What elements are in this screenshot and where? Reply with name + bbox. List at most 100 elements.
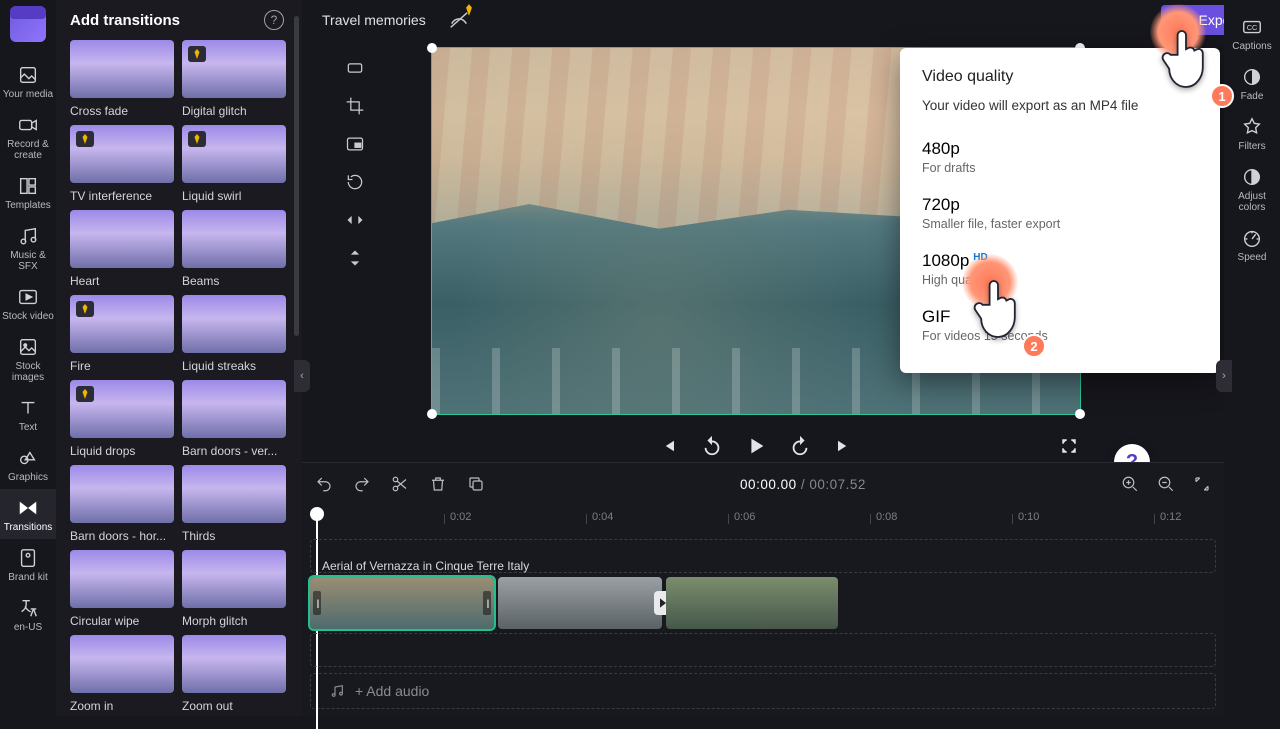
- transition-card[interactable]: Barn doors - ver...: [182, 380, 286, 459]
- play-button[interactable]: [745, 435, 767, 457]
- scrollbar[interactable]: [294, 16, 299, 336]
- prop-filters[interactable]: Filters: [1224, 108, 1280, 158]
- transition-card[interactable]: TV interference: [70, 125, 174, 204]
- zoom-in-button[interactable]: [1120, 474, 1140, 494]
- flip-v-tool[interactable]: [343, 246, 367, 270]
- crop-tool[interactable]: [343, 94, 367, 118]
- delete-button[interactable]: [428, 474, 448, 494]
- nav-graphics[interactable]: Graphics: [0, 439, 56, 489]
- captions-icon: CC: [1241, 16, 1263, 38]
- prop-speed[interactable]: Speed: [1224, 219, 1280, 269]
- transition-card[interactable]: Beams: [182, 210, 286, 289]
- add-audio-button[interactable]: + Add audio: [310, 673, 1216, 709]
- canvas-area: Video quality Your video will export as …: [380, 40, 1220, 460]
- transition-label: Morph glitch: [182, 614, 286, 628]
- export-option-1080p[interactable]: 1080pHDHigh quality: [922, 243, 1198, 299]
- transition-card[interactable]: Fire: [70, 295, 174, 374]
- resize-handle-br[interactable]: [1075, 409, 1085, 419]
- nav-music[interactable]: Music & SFX: [0, 217, 56, 278]
- nav-stockvid[interactable]: Stock video: [0, 278, 56, 328]
- nav-brandkit[interactable]: Brand kit: [0, 539, 56, 589]
- canvas-mini-toolbar: [340, 56, 370, 270]
- clip-label: Aerial of Vernazza in Cinque Terre Italy: [322, 559, 529, 573]
- project-title[interactable]: Travel memories: [322, 12, 426, 28]
- transition-card[interactable]: Digital glitch: [182, 40, 286, 119]
- prop-captions[interactable]: CCCaptions: [1224, 8, 1280, 58]
- timeline-ruler[interactable]: 0:020:040:060:080:100:12: [310, 505, 1224, 535]
- transition-label: Fire: [70, 359, 174, 373]
- forward-button[interactable]: [789, 435, 811, 457]
- panel-title: Add transitions: [70, 12, 180, 29]
- zoom-out-button[interactable]: [1156, 474, 1176, 494]
- transition-card[interactable]: Liquid swirl: [182, 125, 286, 204]
- nav-text[interactable]: Text: [0, 389, 56, 439]
- prop-fade[interactable]: Fade: [1224, 58, 1280, 108]
- fullscreen-button[interactable]: [1058, 435, 1080, 457]
- export-option-480p[interactable]: 480pFor drafts: [922, 131, 1198, 187]
- nav-transitions[interactable]: Transitions: [0, 489, 56, 539]
- transition-thumb: [182, 40, 286, 98]
- app-logo[interactable]: [10, 6, 46, 42]
- rewind-button[interactable]: [701, 435, 723, 457]
- collapse-right-panel-button[interactable]: ›: [1216, 360, 1232, 392]
- clip-handle-left[interactable]: ||: [313, 591, 321, 615]
- svg-text:CC: CC: [1247, 23, 1258, 32]
- split-button[interactable]: [390, 474, 410, 494]
- redo-button[interactable]: [352, 474, 372, 494]
- prop-adjust[interactable]: Adjust colors: [1224, 158, 1280, 219]
- transition-card[interactable]: Thirds: [182, 465, 286, 544]
- right-properties-rail: CCCaptionsFadeFiltersAdjust colorsSpeed: [1224, 0, 1280, 716]
- collapse-left-panel-button[interactable]: ‹: [294, 360, 310, 392]
- aspect-ratio-tool[interactable]: [343, 56, 367, 80]
- nav-stockimg[interactable]: Stock images: [0, 328, 56, 389]
- nav-lang[interactable]: en-US: [0, 589, 56, 639]
- video-clip-3[interactable]: [666, 577, 838, 629]
- pip-tool[interactable]: [343, 132, 367, 156]
- skip-start-button[interactable]: [657, 435, 679, 457]
- flip-h-tool[interactable]: [343, 208, 367, 232]
- transition-thumb: [70, 550, 174, 608]
- nav-label: en-US: [14, 622, 42, 633]
- resize-handle-tl[interactable]: [427, 43, 437, 53]
- transition-label: Liquid drops: [70, 444, 174, 458]
- stockimg-icon: [17, 336, 39, 358]
- track-empty-mid[interactable]: [310, 633, 1216, 667]
- transitions-panel: Add transitions ? Cross fade Digital glit…: [56, 0, 302, 716]
- fx-off-icon[interactable]: [448, 9, 470, 31]
- transition-card[interactable]: Zoom out: [182, 635, 286, 714]
- resize-handle-bl[interactable]: [427, 409, 437, 419]
- export-option-sub: Smaller file, faster export: [922, 217, 1198, 231]
- skip-end-button[interactable]: [833, 435, 855, 457]
- transition-card[interactable]: Barn doors - hor...: [70, 465, 174, 544]
- nav-media[interactable]: Your media: [0, 56, 56, 106]
- video-track[interactable]: Aerial of Vernazza in Cinque Terre Italy…: [310, 577, 1216, 629]
- transition-thumb: [70, 125, 174, 183]
- transition-card[interactable]: Morph glitch: [182, 550, 286, 629]
- ruler-tick: 0:08: [876, 511, 897, 523]
- transition-card[interactable]: Liquid drops: [70, 380, 174, 459]
- transition-card[interactable]: Cross fade: [70, 40, 174, 119]
- duplicate-button[interactable]: [466, 474, 486, 494]
- transition-card[interactable]: Zoom in: [70, 635, 174, 714]
- transition-label: Digital glitch: [182, 104, 286, 118]
- stockvid-icon: [17, 286, 39, 308]
- undo-button[interactable]: [314, 474, 334, 494]
- export-option-720p[interactable]: 720pSmaller file, faster export: [922, 187, 1198, 243]
- transition-card[interactable]: Circular wipe: [70, 550, 174, 629]
- transition-card[interactable]: Liquid streaks: [182, 295, 286, 374]
- nav-record[interactable]: Record & create: [0, 106, 56, 167]
- rotate-tool[interactable]: [343, 170, 367, 194]
- nav-templates[interactable]: Templates: [0, 167, 56, 217]
- record-icon: [17, 114, 39, 136]
- video-clip-1[interactable]: || ||: [310, 577, 494, 629]
- fit-timeline-button[interactable]: [1192, 474, 1212, 494]
- transition-label: Liquid streaks: [182, 359, 286, 373]
- help-icon[interactable]: ?: [264, 10, 284, 30]
- brandkit-icon: [17, 547, 39, 569]
- video-clip-2[interactable]: [498, 577, 662, 629]
- export-option-gif[interactable]: GIFFor videos 15 seconds: [922, 299, 1198, 355]
- transition-card[interactable]: Heart: [70, 210, 174, 289]
- clip-handle-right[interactable]: ||: [483, 591, 491, 615]
- ruler-tick: 0:06: [734, 511, 755, 523]
- export-quality-popup: Video quality Your video will export as …: [900, 48, 1220, 373]
